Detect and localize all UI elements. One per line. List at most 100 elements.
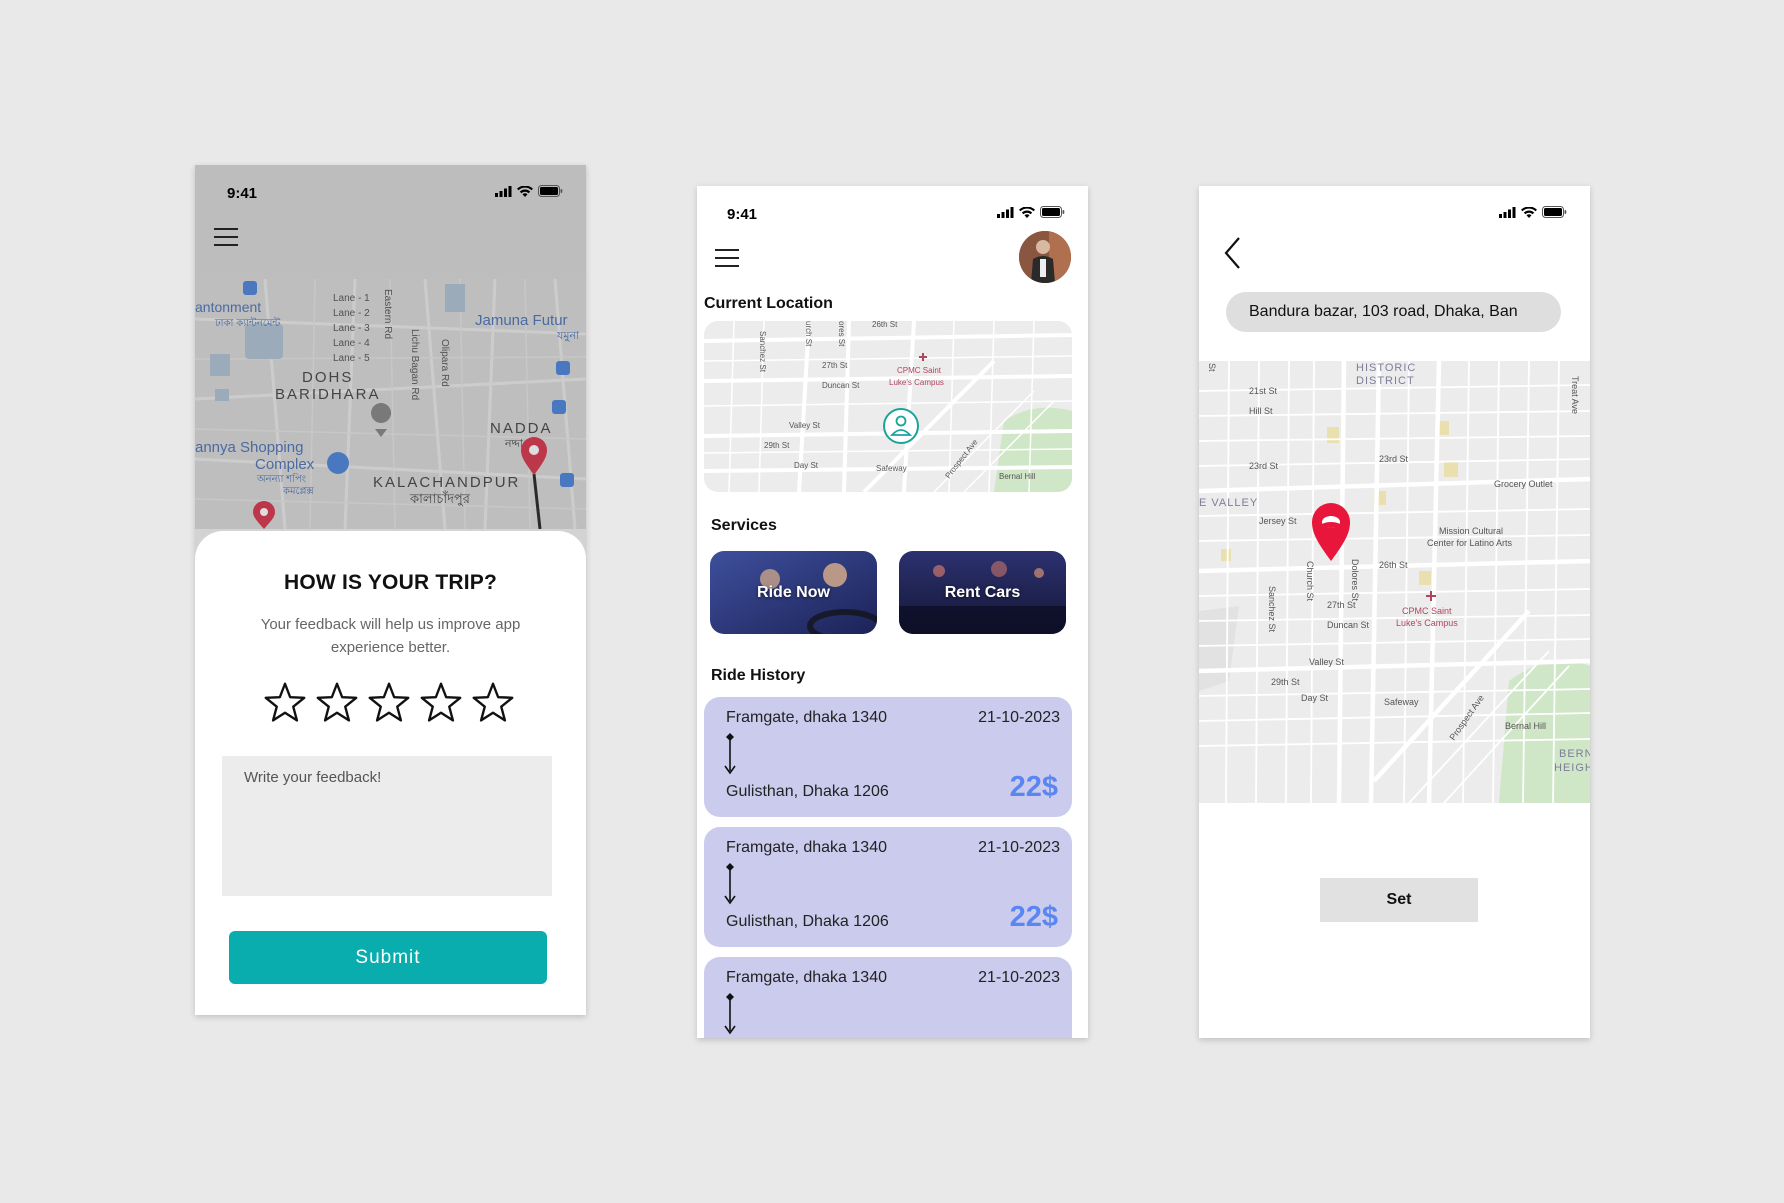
ride-to: Gulisthan, Dhaka 1206 xyxy=(726,783,889,800)
map-label: E VALLEY xyxy=(1199,497,1258,509)
star-icon[interactable] xyxy=(263,681,307,725)
map-label: 26th St xyxy=(1379,560,1408,570)
ride-from: Framgate, dhaka 1340 xyxy=(726,709,887,726)
battery-icon xyxy=(1542,206,1567,218)
status-time: 9:41 xyxy=(727,206,758,223)
menu-icon[interactable] xyxy=(214,227,238,247)
address-field[interactable]: Bandura bazar, 103 road, Dhaka, Ban xyxy=(1226,292,1561,332)
feedback-title: HOW IS YOUR TRIP? xyxy=(283,571,498,594)
map-label: Bernal Hill xyxy=(1505,721,1546,731)
map-label: 23rd St xyxy=(1249,461,1279,471)
feedback-subtitle: Your feedback will help us improve app e… xyxy=(260,616,521,656)
ride-history-item[interactable]: Framgate, dhaka 1340 21-10-2023 Gulistha… xyxy=(704,697,1072,817)
ride-to: Gulisthan, Dhaka 1206 xyxy=(726,913,889,930)
ride-date: 21-10-2023 xyxy=(978,839,1060,856)
location-map[interactable]: HISTORIC DISTRICT 21st St Hill St 23rd S… xyxy=(1199,361,1590,803)
set-location-button[interactable]: Set xyxy=(1320,878,1478,922)
wifi-icon xyxy=(1521,206,1537,218)
ride-history-item[interactable]: Framgate, dhaka 1340 21-10-2023 Gulistha… xyxy=(704,827,1072,947)
map-label: 29th St xyxy=(764,441,790,450)
submit-button[interactable]: Submit xyxy=(229,931,547,984)
map-label: Grocery Outlet xyxy=(1494,479,1553,489)
map-label: CPMC Saint xyxy=(897,366,942,375)
map-label: Mission Cultural xyxy=(1439,526,1503,536)
map-label: CPMC Saint xyxy=(1402,606,1452,616)
map-label: Valley St xyxy=(1309,657,1344,667)
status-icons xyxy=(1499,206,1567,218)
map-label: Luke's Campus xyxy=(1396,618,1458,628)
ride-history-title: Ride History xyxy=(711,667,806,684)
star-icon[interactable] xyxy=(471,681,515,725)
map-label: 26th St xyxy=(872,321,898,329)
service-ride-now[interactable]: Ride Now xyxy=(710,551,877,634)
services-title: Services xyxy=(711,517,777,534)
map-label: 21st St xyxy=(1249,386,1278,396)
service-rent-cars[interactable]: Rent Cars xyxy=(899,551,1066,634)
ride-date: 21-10-2023 xyxy=(978,969,1060,986)
home-screen: 9:41 Current Location Sanchez St urch St… xyxy=(697,186,1088,1038)
map-label: Bernal Hill xyxy=(999,472,1036,481)
map-label: Safeway xyxy=(1384,697,1419,707)
map-label: 27th St xyxy=(822,361,848,370)
feedback-input[interactable] xyxy=(222,756,552,896)
status-icons xyxy=(495,185,563,197)
map-label: Dolores St xyxy=(1350,559,1360,602)
avatar[interactable] xyxy=(1019,231,1071,283)
map-label: DISTRICT xyxy=(1356,375,1415,387)
status-icons xyxy=(997,206,1065,218)
map-label: Sanchez St xyxy=(758,331,767,373)
feedback-screen: 9:41 antonment ঢাকা ক্যান্টনমেন্ট Lane -… xyxy=(195,165,586,1015)
star-icon[interactable] xyxy=(367,681,411,725)
star-icon[interactable] xyxy=(419,681,463,725)
map-label: Duncan St xyxy=(1327,620,1370,630)
battery-icon xyxy=(538,185,563,197)
map-label: HEIGHTS xyxy=(1554,762,1590,774)
service-label: Ride Now xyxy=(757,583,830,601)
map-label: 29th St xyxy=(1271,677,1300,687)
feedback-header: 9:41 xyxy=(195,165,586,279)
map-label: 27th St xyxy=(1327,600,1356,610)
ride-from: Framgate, dhaka 1340 xyxy=(726,839,887,856)
menu-icon[interactable] xyxy=(715,248,739,268)
map-label: Duncan St xyxy=(822,381,860,390)
signal-icon xyxy=(495,185,512,197)
signal-icon xyxy=(1499,206,1516,218)
signal-icon xyxy=(997,206,1014,218)
map-dim-overlay xyxy=(195,279,586,529)
map-label: Day St xyxy=(1301,693,1329,703)
map-canvas: Sanchez St urch St ores St 26th St 27th … xyxy=(704,321,1072,492)
ride-date: 21-10-2023 xyxy=(978,709,1060,726)
current-location-marker-icon xyxy=(883,408,919,444)
map-label: St xyxy=(1207,363,1217,372)
map-label: 23rd St xyxy=(1379,454,1409,464)
battery-icon xyxy=(1040,206,1065,218)
avatar-image xyxy=(1019,231,1071,283)
ride-from: Framgate, dhaka 1340 xyxy=(726,969,887,986)
map-label: Jersey St xyxy=(1259,516,1297,526)
current-location-map[interactable]: Sanchez St urch St ores St 26th St 27th … xyxy=(704,321,1072,492)
ride-price: 22$ xyxy=(1009,771,1058,803)
route-arrow-icon xyxy=(724,863,736,905)
star-rating xyxy=(263,681,515,725)
map-label: Sanchez St xyxy=(1267,586,1277,633)
wifi-icon xyxy=(1019,206,1035,218)
back-arrow-icon[interactable] xyxy=(1223,236,1241,270)
map-label: Day St xyxy=(794,461,819,470)
map-label: Safeway xyxy=(876,464,907,473)
map-label: Luke's Campus xyxy=(889,378,944,387)
set-location-screen: Bandura bazar, 103 road, Dhaka, Ban HIST… xyxy=(1199,186,1590,1038)
route-arrow-icon xyxy=(724,733,736,775)
map-label: Hill St xyxy=(1249,406,1273,416)
map-label: Church St xyxy=(1305,561,1315,602)
ride-history-item[interactable]: Framgate, dhaka 1340 21-10-2023 xyxy=(704,957,1072,1038)
star-icon[interactable] xyxy=(315,681,359,725)
status-time: 9:41 xyxy=(227,185,258,202)
map-label: HISTORIC xyxy=(1356,362,1416,374)
map-label: Treat Ave xyxy=(1570,376,1580,414)
service-label: Rent Cars xyxy=(944,583,1021,601)
wifi-icon xyxy=(517,185,533,197)
map-label: urch St xyxy=(804,321,813,347)
current-location-title: Current Location xyxy=(704,295,833,312)
ride-price: 22$ xyxy=(1009,901,1058,933)
feedback-card: HOW IS YOUR TRIP? Your feedback will hel… xyxy=(195,531,586,1015)
